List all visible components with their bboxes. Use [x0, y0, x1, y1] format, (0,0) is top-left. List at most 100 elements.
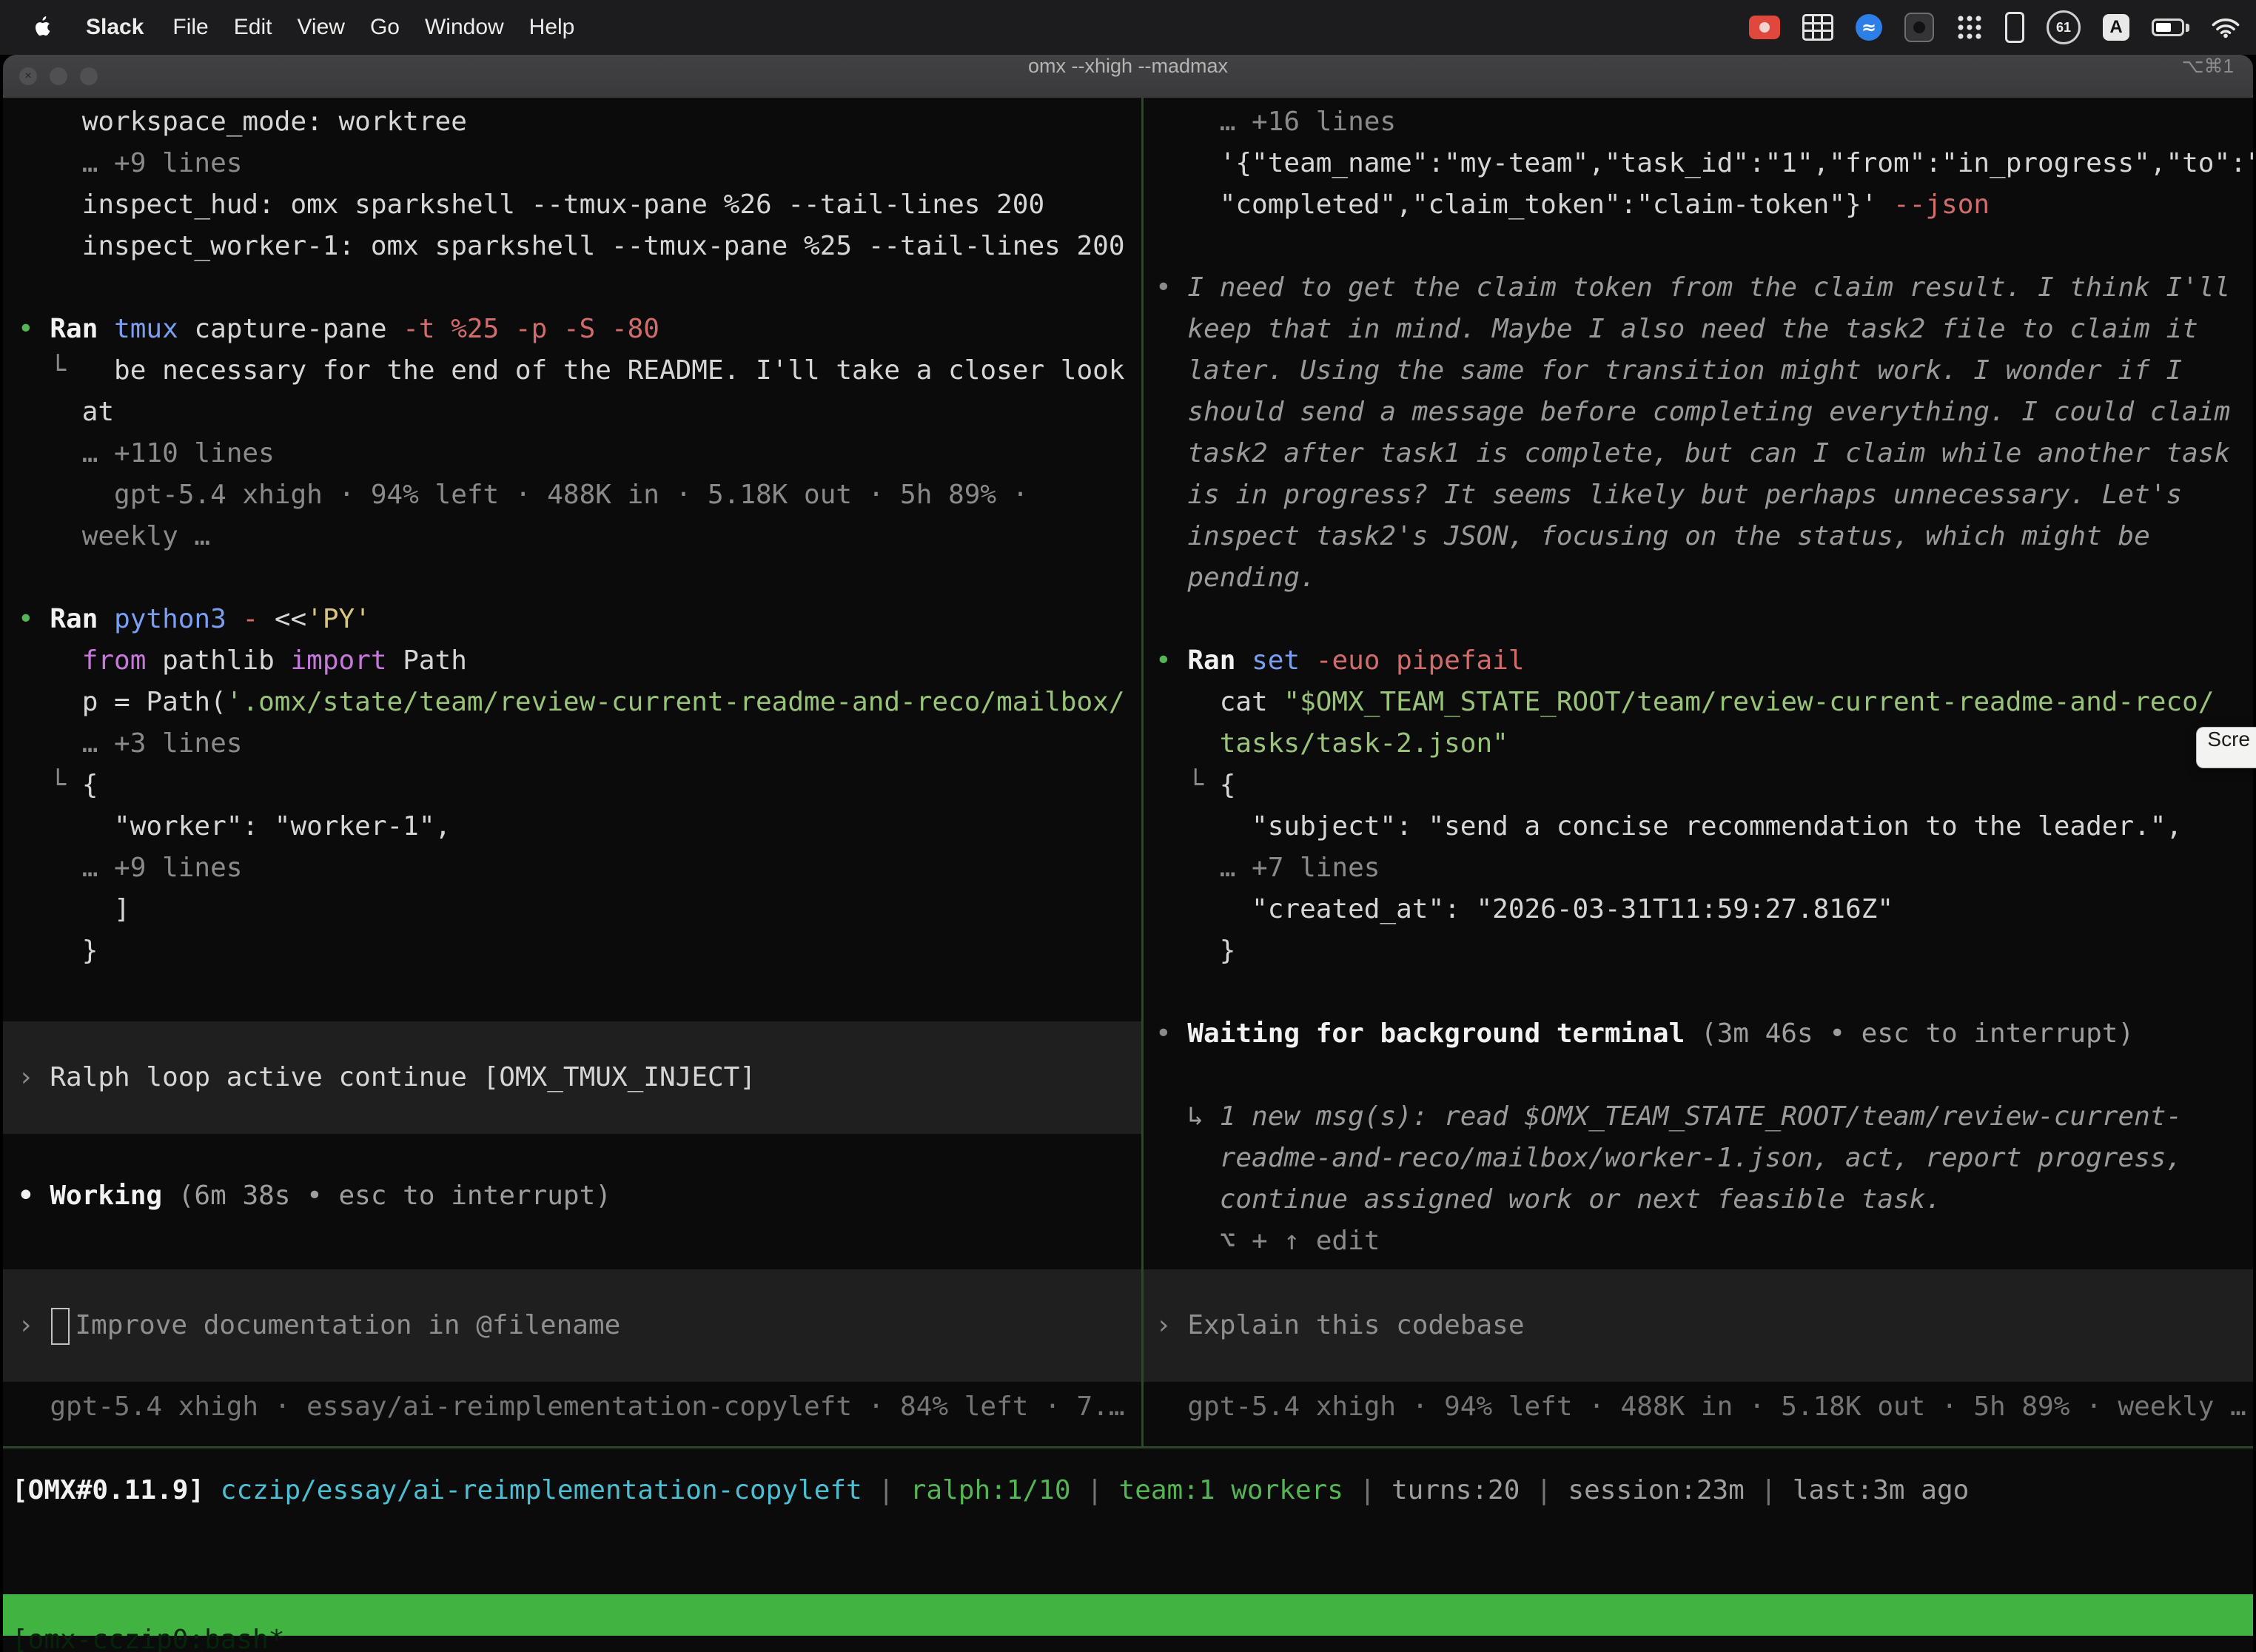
text-segment: | — [1520, 1475, 1568, 1505]
blank-line — [1144, 599, 2253, 640]
phone-mirroring-icon[interactable] — [2005, 12, 2024, 43]
tool-output-line: } — [3, 930, 1141, 972]
menu-view[interactable]: View — [284, 15, 357, 40]
blue-app-icon[interactable] — [1856, 14, 1882, 41]
blank-line — [1144, 226, 2253, 267]
text-segment: └ — [1155, 770, 1220, 800]
grid-app-icon[interactable] — [1802, 14, 1833, 41]
text-segment: › — [1155, 1310, 1187, 1340]
tool-output-line: "created_at": "2026-03-31T11:59:27.816Z" — [1144, 889, 2253, 930]
config-line: workspace_mode: worktree — [3, 101, 1141, 143]
text-segment — [18, 645, 82, 676]
text-segment: pending. — [1155, 563, 1316, 593]
text-segment: } — [1155, 936, 1235, 966]
collapsed-lines-indicator: … +110 lines — [3, 433, 1141, 474]
text-segment: "completed","claim_token":"claim-token"}… — [1155, 189, 1893, 220]
text-segment: later. Using the same for transition mig… — [1155, 355, 2182, 386]
thinking-line: • I need to get the claim token from the… — [1144, 267, 2253, 309]
text-segment: Waiting for background terminal — [1187, 1018, 1701, 1049]
menu-help[interactable]: Help — [517, 15, 588, 40]
text-segment: | — [1071, 1475, 1119, 1505]
tool-output-line: ] — [3, 889, 1141, 930]
screenshot-notification[interactable]: Scre — [2196, 727, 2256, 768]
minimize-button[interactable] — [50, 67, 67, 85]
text-segment: gpt-5.4 xhigh · essay/ai-reimplementatio… — [18, 1391, 1125, 1422]
thinking-line: later. Using the same for transition mig… — [1144, 350, 2253, 392]
text-segment: pathlib — [146, 645, 290, 676]
tool-output-line: └ { — [1144, 765, 2253, 806]
text-segment: '.omx/state/team/review-current-readme-a… — [226, 687, 1125, 717]
text-segment: inspect_worker-1: omx sparkshell --tmux-… — [18, 231, 1125, 261]
text-segment: … +3 lines — [18, 728, 242, 759]
working-status-line: • Working (6m 38s • esc to interrupt) — [3, 1175, 1141, 1217]
collapsed-lines-indicator: … +7 lines — [1144, 847, 2253, 889]
dark-app-icon[interactable] — [1904, 13, 1934, 42]
tool-output-line: weekly … — [3, 516, 1141, 557]
window-shortcut-hint: ⌥⌘1 — [2182, 55, 2234, 98]
wifi-icon[interactable] — [2212, 16, 2240, 38]
omx-status-bar: [OMX#0.11.9] cczip/essay/ai-reimplementa… — [3, 1470, 2253, 1511]
text-segment: cat — [1155, 687, 1283, 717]
text-segment: (3m 46s • esc to interrupt) — [1701, 1018, 2134, 1049]
text-segment: Working — [50, 1181, 178, 1211]
collapsed-lines-indicator: … +9 lines — [3, 143, 1141, 184]
menu-bar-left: Slack FileEditViewGoWindowHelp — [0, 15, 587, 40]
tmux-pane-left[interactable]: workspace_mode: worktree … +9 lines insp… — [3, 98, 1141, 1446]
menu-window[interactable]: Window — [412, 15, 517, 40]
text-segment: workspace_mode: worktree — [18, 107, 467, 137]
text-segment: readme-and-reco/mailbox/worker-1.json, a… — [1155, 1143, 2182, 1173]
text-segment: -euo pipefail — [1316, 645, 1525, 676]
text-segment: session:23m — [1568, 1475, 1744, 1505]
tool-output-line: at — [3, 392, 1141, 433]
text-segment: team:1 workers — [1119, 1475, 1343, 1505]
blank-line — [3, 557, 1141, 599]
text-segment: "created_at": "2026-03-31T11:59:27.816Z" — [1155, 894, 1893, 924]
app-menu-title[interactable]: Slack — [86, 15, 144, 40]
text-segment: Ran — [1187, 645, 1252, 676]
apple-menu-icon[interactable] — [33, 16, 52, 38]
text-segment: └ — [18, 355, 114, 386]
text-segment: "worker": "worker-1", — [18, 811, 451, 842]
dots-grid-icon[interactable] — [1956, 14, 1983, 41]
thinking-line: keep that in mind. Maybe I also need the… — [1144, 309, 2253, 350]
menu-bar: Slack FileEditViewGoWindowHelp 61 A — [0, 0, 2256, 55]
usage-status-line: gpt-5.4 xhigh · essay/ai-reimplementatio… — [3, 1386, 1141, 1428]
thinking-line: is in progress? It seems likely but perh… — [1144, 474, 2253, 516]
window-titlebar[interactable]: omx --xhigh --madmax ⌥⌘1 — [3, 55, 2253, 98]
text-segment: turns:20 — [1391, 1475, 1520, 1505]
battery-icon[interactable] — [2152, 19, 2189, 36]
text-segment: cczip/essay/ai-reimplementation-copyleft — [221, 1475, 862, 1505]
text-segment: › — [18, 1062, 50, 1092]
close-button[interactable] — [19, 67, 37, 85]
text-segment: ⌥ + ↑ edit — [1155, 1226, 1380, 1256]
menu-edit[interactable]: Edit — [221, 15, 285, 40]
text-segment: └ — [18, 770, 82, 800]
text-segment: gpt-5.4 xhigh · 94% left · 488K in · 5.1… — [18, 480, 1028, 510]
text-segment: continue assigned work or next feasible … — [1155, 1184, 1941, 1215]
code-line: p = Path('.omx/state/team/review-current… — [3, 682, 1141, 723]
input-source-icon[interactable]: A — [2103, 14, 2129, 41]
prompt-input[interactable]: › Improve documentation in @filename — [3, 1269, 1141, 1382]
text-segment: { — [82, 770, 98, 800]
tmux-session-name: [omx-cczip0:bash* — [12, 1625, 284, 1652]
tmux-pane-right[interactable]: … +16 lines '{"team_name":"my-team","tas… — [1144, 98, 2253, 1446]
tmux-status-bar: [omx-cczip0:bash* "MacBook-Pro-44.local"… — [3, 1594, 2253, 1636]
menu-go[interactable]: Go — [357, 15, 412, 40]
prompt-input[interactable]: › Explain this codebase — [1144, 1269, 2253, 1382]
menu-file[interactable]: File — [160, 15, 221, 40]
tool-call-line: • Ran set -euo pipefail — [1144, 640, 2253, 682]
battery-percentage-icon[interactable]: 61 — [2047, 10, 2081, 44]
window-title: omx --xhigh --madmax — [3, 55, 2253, 98]
tmux-session: workspace_mode: worktree … +9 lines insp… — [3, 98, 2253, 1446]
text-segment: tmux — [114, 314, 194, 344]
zoom-button[interactable] — [80, 67, 98, 85]
text-segment: Improve documentation in @filename — [75, 1310, 620, 1340]
usage-status-line: gpt-5.4 xhigh · 94% left · 488K in · 5.1… — [1144, 1386, 2253, 1428]
text-segment: --json — [1893, 189, 1990, 220]
text-segment: [OMX#0.11.9] — [12, 1475, 221, 1505]
text-segment: keep that in mind. Maybe I also need the… — [1155, 314, 2198, 344]
text-segment: … +110 lines — [18, 438, 275, 469]
command-line: '{"team_name":"my-team","task_id":"1","f… — [1144, 143, 2253, 184]
screen-recording-icon[interactable] — [1749, 16, 1780, 39]
text-segment: } — [18, 936, 98, 966]
